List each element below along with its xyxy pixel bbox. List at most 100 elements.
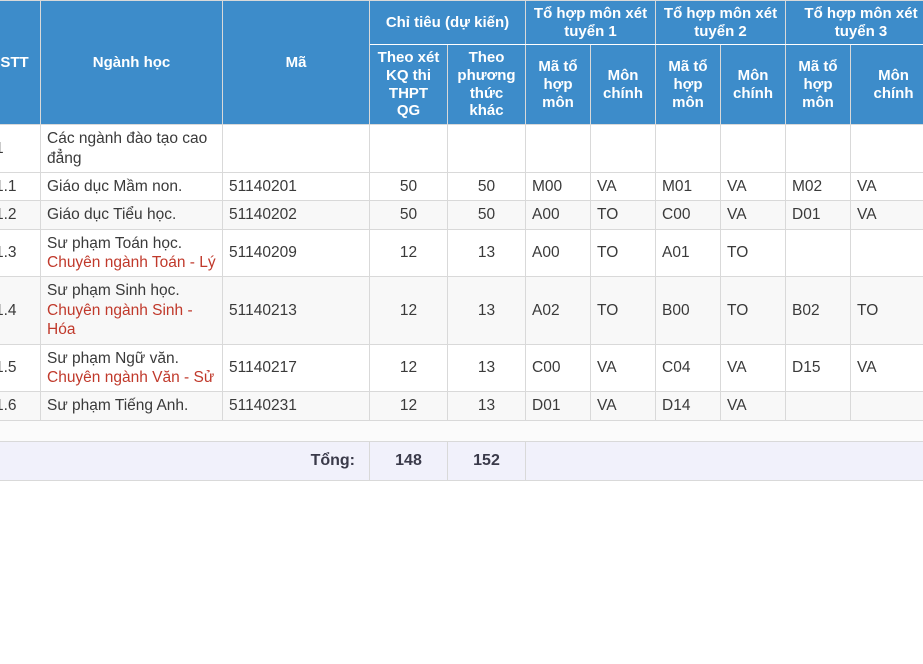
table-row: 1.6Sư phạm Tiếng Anh.511402311213D01VAD1… <box>0 391 923 421</box>
cell-combo3-code: D01 <box>785 200 851 230</box>
cell-quota-other: 13 <box>447 276 526 345</box>
cell-combo1-code: A00 <box>525 200 591 230</box>
table-row: 1.1Giáo dục Mầm non.511402015050M00VAM01… <box>0 171 923 202</box>
cell-combo3-main <box>850 124 923 173</box>
table-body: 1Các ngành đào tạo cao đẳng1.1 Giáo dục M… <box>0 124 923 421</box>
cell-code <box>222 124 370 173</box>
table-row: 1.3 Sư phạm Toán học. Chuyên ngành Toán - … <box>0 228 923 278</box>
admission-quota-table: STT Ngành học Mã Chỉ tiêu (dự kiến) Tổ h… <box>0 0 923 481</box>
cell-combo2-code: C04 <box>655 343 721 393</box>
cell-combo3-main: TO <box>850 276 923 345</box>
cell-combo3-code <box>785 391 851 421</box>
cell-quota-thpt: 50 <box>369 171 448 202</box>
cell-combo3-main <box>850 228 923 278</box>
footer-pad <box>525 440 923 481</box>
cell-code: 51140231 <box>222 391 370 421</box>
major-name: Sư phạm Sinh học. <box>47 282 180 300</box>
header-stt: STT <box>0 0 41 126</box>
cell-major: Sư phạm Toán học. Chuyên ngành Toán - Lý <box>40 228 223 278</box>
cell-combo2-main: VA <box>720 200 786 230</box>
cell-combo2-main: VA <box>720 391 786 421</box>
cell-quota-other: 13 <box>447 343 526 393</box>
cell-combo3-main: VA <box>850 343 923 393</box>
header-quota-thpt: Theo xét KQ thi THPT QG <box>369 44 448 126</box>
cell-major: Sư phạm Ngữ văn. Chuyên ngành Văn - Sử <box>40 343 223 393</box>
footer-spacer-cell <box>0 419 923 442</box>
cell-combo1-main: VA <box>590 343 656 393</box>
cell-quota-thpt <box>369 124 448 173</box>
cell-combo3-code: D15 <box>785 343 851 393</box>
cell-combo3-code: M02 <box>785 171 851 202</box>
cell-combo3-main: VA <box>850 171 923 202</box>
footer-total-label: Tổng: <box>0 440 370 481</box>
major-name: Các ngành đào tạo cao đẳng <box>47 130 208 167</box>
header-group-combo-1: Tổ hợp môn xét tuyển 1 <box>525 0 656 46</box>
table-row: 1.4Sư phạm Sinh học.Chuyên ngành Sinh - … <box>0 276 923 345</box>
cell-quota-other <box>447 124 526 173</box>
cell-code: 51140201 <box>222 171 370 202</box>
cell-combo1-code: M00 <box>525 171 591 202</box>
major-name: Sư phạm Tiếng Anh. <box>47 397 189 415</box>
cell-code: 51140202 <box>222 200 370 230</box>
cell-major: Giáo dục Tiểu học. <box>40 200 223 230</box>
cell-combo3-main <box>850 391 923 421</box>
cell-code: 51140209 <box>222 228 370 278</box>
cell-combo1-main: VA <box>590 391 656 421</box>
specialization-name: Chuyên ngành Văn - Sử <box>47 368 215 386</box>
cell-combo2-code: D14 <box>655 391 721 421</box>
cell-combo2-main: VA <box>720 171 786 202</box>
cell-combo1-main: TO <box>590 228 656 278</box>
cell-combo2-main: VA <box>720 343 786 393</box>
cell-stt: 1 <box>0 124 41 173</box>
cell-major: Sư phạm Sinh học. Chuyên ngành Sinh - Hóa <box>40 276 223 345</box>
table-row: 1.2Giáo dục Tiểu học.511402025050A00TOC0… <box>0 200 923 230</box>
footer-total-other: 152 <box>447 440 526 481</box>
major-name: Sư phạm Ngữ văn. <box>47 349 179 367</box>
cell-stt: 1.4 <box>0 276 41 345</box>
cell-combo2-code: M01 <box>655 171 721 202</box>
header-row-top: STT Ngành học Mã Chỉ tiêu (dự kiến) Tổ h… <box>0 0 923 126</box>
specialization-name: Chuyên ngành Sinh - Hóa <box>47 301 193 339</box>
header-quota-other: Theo phương thức khác <box>447 44 526 126</box>
table-row: 1.5Sư phạm Ngữ văn.Chuyên ngành Văn - Sử… <box>0 343 923 393</box>
cell-combo1-main: VA <box>590 171 656 202</box>
cell-stt: 1.3 <box>0 228 41 278</box>
cell-quota-thpt: 12 <box>369 343 448 393</box>
header-combo2-main: Môn chính <box>720 44 786 126</box>
cell-combo1-code: D01 <box>525 391 591 421</box>
major-name: Giáo dục Tiểu học. <box>47 206 177 224</box>
cell-combo3-code: B02 <box>785 276 851 345</box>
cell-combo3-main: VA <box>850 200 923 230</box>
cell-quota-other: 50 <box>447 200 526 230</box>
header-code: Mã <box>222 0 370 126</box>
cell-combo1-main: TO <box>590 200 656 230</box>
cell-combo3-code <box>785 228 851 278</box>
cell-combo1-code: A02 <box>525 276 591 345</box>
cell-code: 51140213 <box>222 276 370 345</box>
cell-code: 51140217 <box>222 343 370 393</box>
cell-combo1-main: TO <box>590 276 656 345</box>
major-name: Giáo dục Mầm non. <box>47 177 183 195</box>
cell-major: Các ngành đào tạo cao đẳng <box>40 124 223 173</box>
header-group-combo-2: Tổ hợp môn xét tuyển 2 <box>655 0 786 46</box>
table-footer: Tổng: 148 152 <box>0 419 923 481</box>
cell-quota-thpt: 12 <box>369 228 448 278</box>
cell-quota-thpt: 12 <box>369 391 448 421</box>
header-combo2-code: Mã tổ hợp môn <box>655 44 721 126</box>
cell-combo1-code: A00 <box>525 228 591 278</box>
table-viewport: STT Ngành học Mã Chỉ tiêu (dự kiến) Tổ h… <box>0 0 923 664</box>
cell-major: Sư phạm Tiếng Anh. <box>40 391 223 421</box>
footer-total-thpt: 148 <box>369 440 448 481</box>
header-combo1-code: Mã tổ hợp môn <box>525 44 591 126</box>
cell-combo3-code <box>785 124 851 173</box>
footer-spacer <box>0 419 923 442</box>
cell-combo2-main: TO <box>720 228 786 278</box>
cell-quota-thpt: 12 <box>369 276 448 345</box>
header-combo1-main: Môn chính <box>590 44 656 126</box>
cell-stt: 1.2 <box>0 200 41 230</box>
cell-stt: 1.5 <box>0 343 41 393</box>
major-name: Sư phạm Toán học. <box>47 234 183 252</box>
cell-stt: 1.6 <box>0 391 41 421</box>
cell-combo2-main: TO <box>720 276 786 345</box>
cell-combo2-code: B00 <box>655 276 721 345</box>
